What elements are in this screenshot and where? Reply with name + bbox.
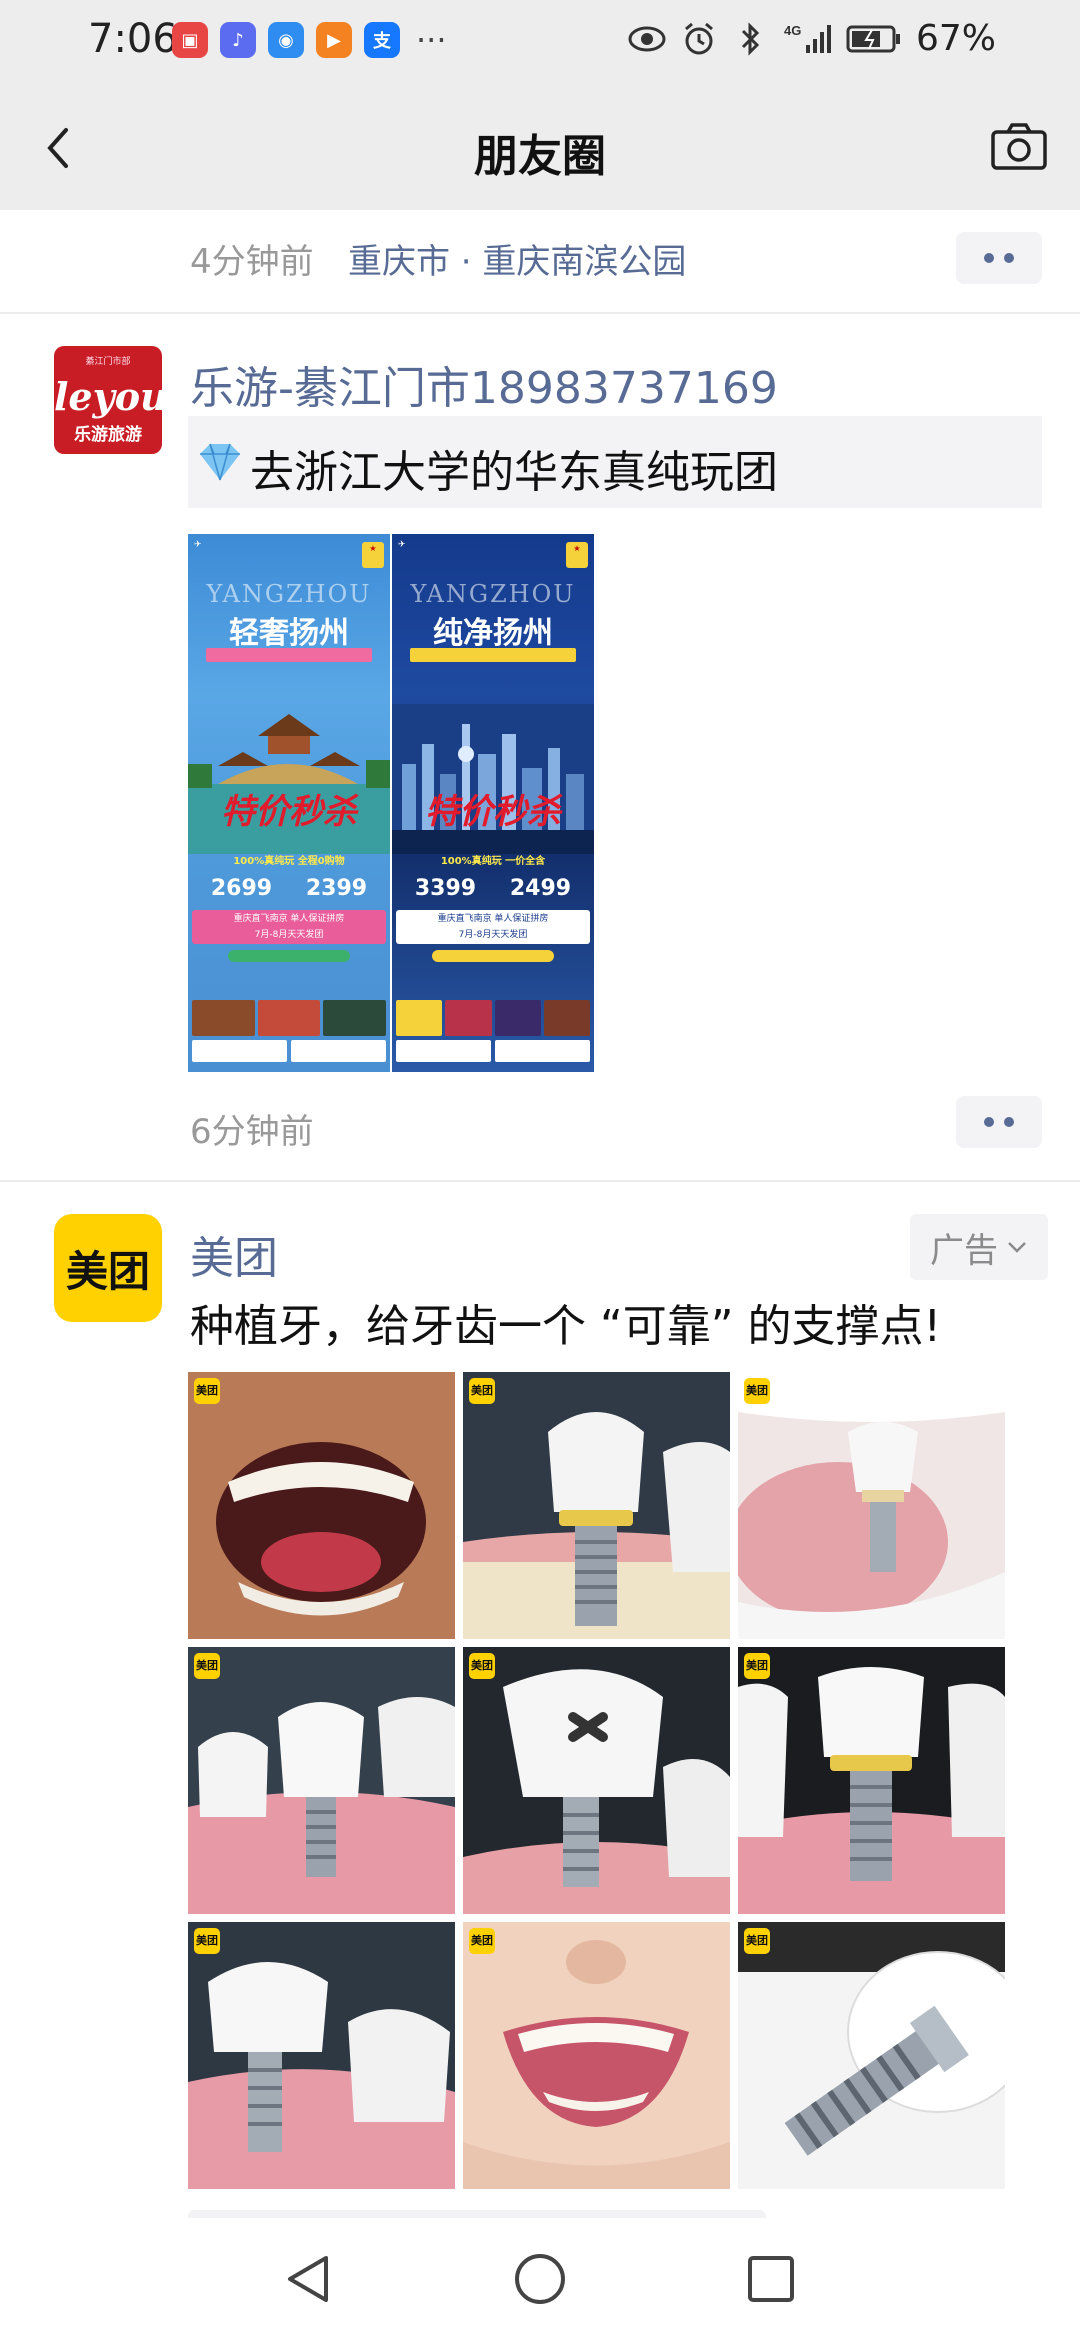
ad-caption: 种植牙，给牙齿一个 “可靠” 的支撑点! xyxy=(190,1301,942,1352)
meituan-badge: 美团 xyxy=(744,1928,770,1954)
top-nav-bar: 朋友圈 xyxy=(0,84,1080,210)
square-recents-icon xyxy=(748,2256,794,2302)
post-more-button[interactable] xyxy=(956,232,1042,284)
previous-post-meta: 4分钟前 重庆市 · 重庆南滨公园 xyxy=(0,210,1080,312)
smile-photo[interactable]: 美团 xyxy=(188,1372,455,1639)
chevron-down-icon xyxy=(1008,1242,1026,1253)
ad-image-grid: 美团 美团 美团 美团 美团 美团 美团 美团 美团 xyxy=(188,1372,1006,2189)
post-author-link[interactable]: 乐游-綦江门市18983737169 xyxy=(190,352,778,416)
post-location-link[interactable]: 重庆市 · 重庆南滨公园 xyxy=(348,234,686,283)
crown-x-mark-render[interactable]: 美团 xyxy=(463,1647,730,1914)
diamond-icon xyxy=(200,443,240,481)
svg-text:4G: 4G xyxy=(784,23,801,38)
meituan-badge: 美团 xyxy=(469,1928,495,1954)
meituan-badge: 美团 xyxy=(744,1378,770,1404)
post-time: 4分钟前 xyxy=(190,242,314,282)
meituan-badge: 美团 xyxy=(194,1653,220,1679)
post-time: 6分钟前 xyxy=(190,1112,314,1152)
more-notifications-icon: ··· xyxy=(416,21,447,59)
screw-closeup-render[interactable]: 美团 xyxy=(738,1922,1005,2189)
poster-image-2[interactable]: ✈ ★ YANGZHOU 纯净扬州 特价秒杀 100%真纯玩 一价全含 3399… xyxy=(392,534,594,1072)
meituan-badge: 美团 xyxy=(744,1653,770,1679)
alipay-app-icon: 支 xyxy=(364,22,400,58)
circle-home-icon xyxy=(515,2254,565,2304)
camera-button[interactable] xyxy=(988,116,1050,178)
ad-label-button[interactable]: 广告 xyxy=(910,1214,1048,1280)
system-back-button[interactable] xyxy=(278,2248,340,2310)
battery-percent: 67% xyxy=(915,18,996,59)
avatar-leyou[interactable]: 綦江门市部 leyou 乐游旅游 xyxy=(54,346,162,454)
huawei-app-icon: ▣ xyxy=(172,22,208,58)
eye-icon xyxy=(628,20,666,58)
status-bar: 7:06 ▣ ♪ ◉ ▶ 支 ··· 4G 67% xyxy=(0,0,1080,84)
avatar-meituan[interactable]: 美团 xyxy=(54,1214,162,1322)
post-author-link[interactable]: 美团 xyxy=(190,1222,278,1286)
music-app-icon: ♪ xyxy=(220,22,256,58)
meituan-badge: 美团 xyxy=(469,1378,495,1404)
system-home-button[interactable] xyxy=(509,2248,571,2310)
battery-icon xyxy=(846,20,902,58)
dot-icon xyxy=(1004,1117,1014,1127)
status-right: 4G 67% xyxy=(628,18,996,59)
shared-link-title: 去浙江大学的华东真纯玩团 xyxy=(250,447,778,498)
video-app-icon: ▶ xyxy=(316,22,352,58)
status-app-icons: ▣ ♪ ◉ ▶ 支 ··· xyxy=(172,22,447,58)
poster-image-1[interactable]: ✈ ★ YANGZHOU 轻奢扬州 特价秒杀 100%真纯玩 全程0购物 269… xyxy=(188,534,390,1072)
status-time: 7:06 xyxy=(88,16,178,62)
meituan-badge: 美团 xyxy=(469,1653,495,1679)
implant-side-render[interactable]: 美团 xyxy=(188,1922,455,2189)
dot-icon xyxy=(1004,253,1014,263)
meituan-badge: 美团 xyxy=(194,1378,220,1404)
poster-badge: ★ xyxy=(566,542,588,568)
triangle-back-icon xyxy=(288,2256,328,2302)
signal-icon: 4G xyxy=(784,20,832,58)
browser-app-icon: ◉ xyxy=(268,22,304,58)
dot-icon xyxy=(984,253,994,263)
bluetooth-icon xyxy=(732,20,770,58)
implant-crown-render[interactable]: 美团 xyxy=(463,1372,730,1639)
implant-gold-ring-render[interactable]: 美团 xyxy=(738,1647,1005,1914)
page-title: 朋友圈 xyxy=(474,131,606,182)
system-recents-button[interactable] xyxy=(740,2248,802,2310)
woman-smile-photo[interactable]: 美团 xyxy=(463,1922,730,2189)
post-divider xyxy=(0,312,1080,314)
implant-in-jaw-render[interactable]: 美团 xyxy=(738,1372,1005,1639)
shared-link-card[interactable]: 去浙江大学的华东真纯玩团 xyxy=(188,416,1042,508)
alarm-icon xyxy=(680,20,718,58)
poster-badge: ★ xyxy=(362,542,384,568)
dot-icon xyxy=(984,1117,994,1127)
system-navigation-bar xyxy=(0,2218,1080,2340)
camera-icon xyxy=(991,123,1047,170)
meituan-badge: 美团 xyxy=(194,1928,220,1954)
post-divider xyxy=(0,1180,1080,1182)
implant-pink-gum-render[interactable]: 美团 xyxy=(188,1647,455,1914)
post-more-button[interactable] xyxy=(956,1096,1042,1148)
leyou-logo: leyou xyxy=(54,374,162,419)
